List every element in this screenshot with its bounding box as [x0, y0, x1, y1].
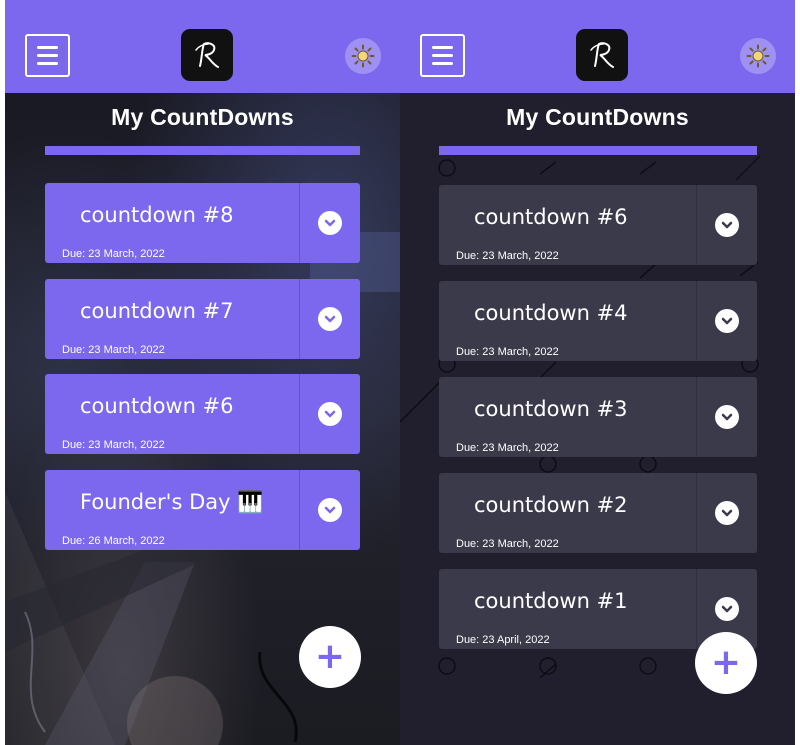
countdown-name: Founder's Day 🎹 — [80, 490, 264, 514]
card-divider — [299, 183, 300, 263]
card-divider — [696, 377, 697, 457]
countdown-due-date: Due: 23 March, 2022 — [456, 442, 559, 454]
card-divider — [696, 473, 697, 553]
menu-button[interactable] — [420, 34, 465, 77]
chevron-down-icon[interactable] — [715, 309, 739, 333]
countdown-name: countdown #8 — [80, 203, 234, 227]
sun-icon — [351, 44, 375, 68]
title-underline — [439, 146, 757, 155]
r-logo-icon — [195, 42, 219, 68]
chevron-down-icon[interactable] — [318, 402, 342, 426]
countdown-due-date: Due: 23 March, 2022 — [62, 439, 165, 451]
countdown-name: countdown #7 — [80, 299, 234, 323]
countdown-due-date: Due: 23 March, 2022 — [62, 248, 165, 260]
app-logo — [576, 29, 628, 81]
chevron-down-icon[interactable] — [715, 597, 739, 621]
card-divider — [696, 281, 697, 361]
chevron-down-icon[interactable] — [318, 307, 342, 331]
card-divider — [299, 374, 300, 454]
countdown-due-date: Due: 23 March, 2022 — [456, 538, 559, 550]
theme-toggle-button[interactable] — [345, 38, 381, 74]
page-title: My CountDowns — [506, 104, 689, 130]
countdown-card[interactable]: countdown #6 Due: 23 March, 2022 — [45, 374, 360, 454]
countdown-name: countdown #6 — [474, 205, 628, 229]
chevron-down-icon[interactable] — [715, 213, 739, 237]
countdown-name: countdown #2 — [474, 493, 628, 517]
countdown-card[interactable]: Founder's Day 🎹 Due: 26 March, 2022 — [45, 470, 360, 550]
app-logo — [181, 29, 233, 81]
countdown-card[interactable]: countdown #2 Due: 23 March, 2022 — [439, 473, 757, 553]
countdown-due-date: Due: 23 April, 2022 — [456, 634, 550, 646]
add-countdown-button[interactable]: + — [695, 632, 757, 694]
theme-toggle-button[interactable] — [740, 38, 776, 74]
r-logo-icon — [590, 42, 614, 68]
countdown-card[interactable]: countdown #3 Due: 23 March, 2022 — [439, 377, 757, 457]
countdown-due-date: Due: 23 March, 2022 — [456, 250, 559, 262]
countdown-name: countdown #4 — [474, 301, 628, 325]
hamburger-menu-icon — [37, 46, 58, 49]
chevron-down-icon[interactable] — [318, 211, 342, 235]
hamburger-menu-icon — [432, 46, 453, 49]
title-underline — [45, 146, 360, 155]
countdown-screen-photo-theme: My CountDowns countdown #8 Due: 23 March… — [5, 0, 400, 745]
countdown-screen-dark-theme: My CountDowns countdown #6 Due: 23 March… — [400, 0, 795, 745]
chevron-down-icon[interactable] — [318, 498, 342, 522]
plus-icon: + — [710, 642, 742, 683]
countdown-card[interactable]: countdown #6 Due: 23 March, 2022 — [439, 185, 757, 265]
countdown-due-date: Due: 26 March, 2022 — [62, 535, 165, 547]
sun-icon — [746, 44, 770, 68]
card-divider — [299, 470, 300, 550]
countdown-card[interactable]: countdown #4 Due: 23 March, 2022 — [439, 281, 757, 361]
add-countdown-button[interactable]: + — [299, 626, 361, 688]
countdown-due-date: Due: 23 March, 2022 — [62, 344, 165, 356]
chevron-down-icon[interactable] — [715, 405, 739, 429]
countdown-due-date: Due: 23 March, 2022 — [456, 346, 559, 358]
card-divider — [299, 279, 300, 359]
menu-button[interactable] — [25, 34, 70, 77]
countdown-card[interactable]: countdown #8 Due: 23 March, 2022 — [45, 183, 360, 263]
countdown-card[interactable]: countdown #7 Due: 23 March, 2022 — [45, 279, 360, 359]
chevron-down-icon[interactable] — [715, 501, 739, 525]
card-divider — [696, 569, 697, 649]
card-divider — [696, 185, 697, 265]
countdown-name: countdown #6 — [80, 394, 234, 418]
page-title: My CountDowns — [111, 104, 294, 130]
countdown-name: countdown #3 — [474, 397, 628, 421]
plus-icon: + — [314, 636, 346, 677]
countdown-name: countdown #1 — [474, 589, 628, 613]
